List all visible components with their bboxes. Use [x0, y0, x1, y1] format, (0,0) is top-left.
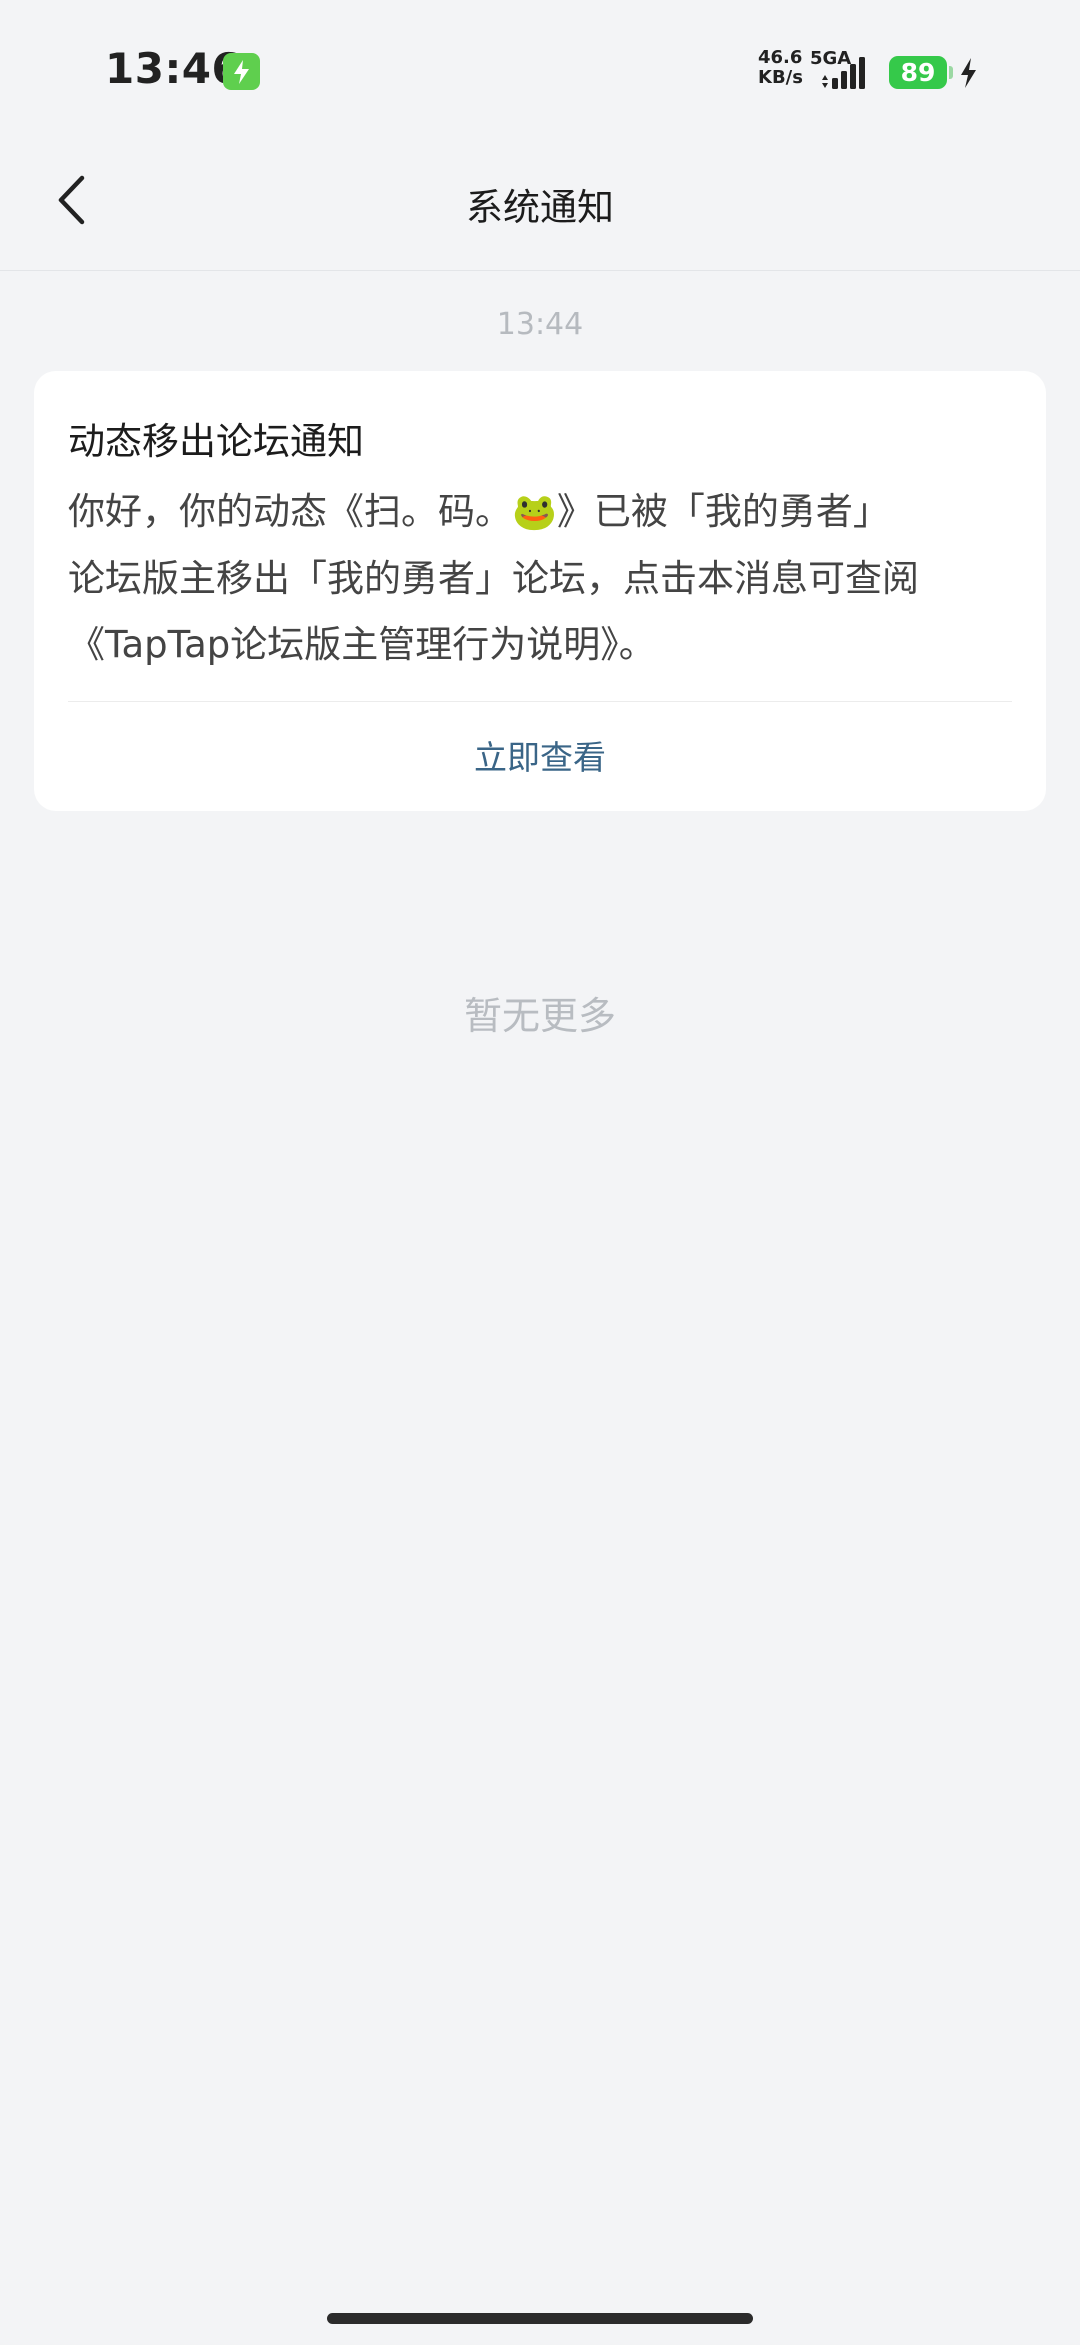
notification-body-line-2: 论坛版主移出「我的勇者」论坛，点击本消息可查阅	[68, 557, 919, 600]
battery-level: 89	[889, 56, 947, 89]
status-bar: 13:46 46.6 KB/s 5GA 89	[0, 0, 1080, 130]
notification-body-line-1: 你好，你的动态《扫。码。🐸》已被「我的勇者」	[68, 490, 890, 533]
notification-body: 你好，你的动态《扫。码。🐸》已被「我的勇者」 论坛版主移出「我的勇者」论坛，点击…	[68, 479, 1018, 678]
charging-bolt-icon	[961, 58, 976, 88]
notification-body-line-3: 《TapTap论坛版主管理行为说明》。	[68, 623, 656, 666]
network-speed: 46.6 KB/s	[758, 47, 803, 88]
status-time: 13:46	[105, 44, 242, 93]
view-now-button[interactable]: 立即查看	[34, 731, 1046, 779]
page-title: 系统通知	[466, 186, 614, 229]
home-indicator[interactable]	[327, 2313, 753, 2324]
card-divider	[68, 701, 1012, 702]
notification-card[interactable]: 动态移出论坛通知 你好，你的动态《扫。码。🐸》已被「我的勇者」 论坛版主移出「我…	[34, 371, 1046, 811]
frog-emoji-icon: 🐸	[512, 492, 557, 533]
notification-title: 动态移出论坛通知	[68, 420, 364, 463]
top-app-bar: 系统通知	[0, 130, 1080, 271]
battery-tip	[949, 66, 953, 79]
message-timestamp: 13:44	[496, 307, 584, 342]
signal-strength-icon	[822, 57, 865, 89]
charging-app-icon	[223, 53, 260, 90]
no-more-text: 暂无更多	[463, 994, 616, 1038]
system-notification-page: 13:46 46.6 KB/s 5GA 89 系统通知 13:44 动态移出论坛…	[0, 0, 1080, 2345]
